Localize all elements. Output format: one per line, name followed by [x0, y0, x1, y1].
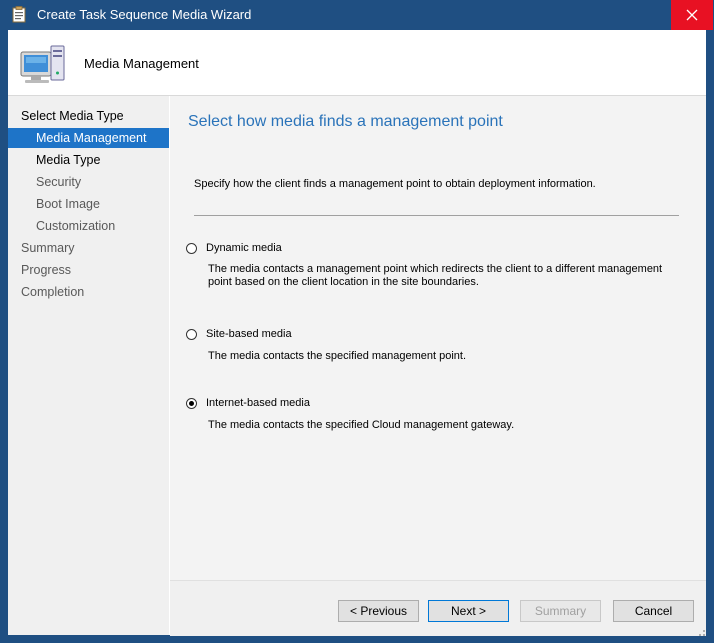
radio-label: Dynamic media: [206, 242, 282, 254]
internet-based-media-radio[interactable]: Internet-based media: [186, 395, 310, 411]
nav-item-media-type[interactable]: Media Type: [8, 150, 169, 170]
dynamic-media-radio[interactable]: Dynamic media: [186, 240, 282, 256]
internet-based-media-description: The media contacts the specified Cloud m…: [208, 419, 515, 431]
nav-item-media-management[interactable]: Media Management: [8, 128, 169, 148]
nav-item-select-media-type[interactable]: Select Media Type: [8, 106, 169, 126]
radio-label: Site-based media: [206, 328, 292, 340]
site-based-media-radio[interactable]: Site-based media: [186, 326, 292, 342]
radio-button[interactable]: [186, 328, 197, 340]
dynamic-media-description: The media contacts a management point wh…: [208, 263, 663, 288]
wizard-window: Create Task Sequence Media Wizard Media …: [0, 0, 714, 643]
computer-icon: [17, 38, 69, 90]
close-button[interactable]: [671, 0, 713, 30]
wizard-app-icon: [11, 6, 27, 23]
nav-item-summary[interactable]: Summary: [8, 238, 169, 258]
wizard-header: Media Management: [8, 30, 706, 96]
resize-grip-icon[interactable]: [694, 624, 706, 636]
site-based-media-description: The media contacts the specified managem…: [208, 350, 467, 362]
close-icon: [686, 9, 698, 21]
header-title: Media Management: [84, 56, 199, 71]
radio-button-checked[interactable]: [186, 397, 197, 409]
nav-item-boot-image[interactable]: Boot Image: [8, 194, 169, 214]
title-bar[interactable]: Create Task Sequence Media Wizard: [0, 0, 714, 30]
wizard-content: Select how media finds a management poin…: [170, 96, 706, 580]
radio-label: Internet-based media: [206, 397, 310, 409]
nav-item-progress[interactable]: Progress: [8, 260, 169, 280]
wizard-footer: < Previous Next > Summary Cancel: [170, 580, 706, 636]
wizard-client-area: Media Management Select Media Type Media…: [8, 30, 706, 636]
wizard-nav: Select Media Type Media Management Media…: [8, 96, 169, 635]
summary-button: Summary: [520, 600, 601, 622]
cancel-button[interactable]: Cancel: [613, 600, 694, 622]
divider: [194, 215, 679, 216]
window-title: Create Task Sequence Media Wizard: [37, 7, 252, 22]
page-heading: Select how media finds a management poin…: [188, 113, 503, 130]
next-button[interactable]: Next >: [428, 600, 509, 622]
radio-button[interactable]: [186, 242, 197, 254]
nav-item-security[interactable]: Security: [8, 172, 169, 192]
nav-item-completion[interactable]: Completion: [8, 282, 169, 302]
instruction-text: Specify how the client finds a managemen…: [194, 178, 596, 190]
nav-item-customization[interactable]: Customization: [8, 216, 169, 236]
previous-button[interactable]: < Previous: [338, 600, 419, 622]
